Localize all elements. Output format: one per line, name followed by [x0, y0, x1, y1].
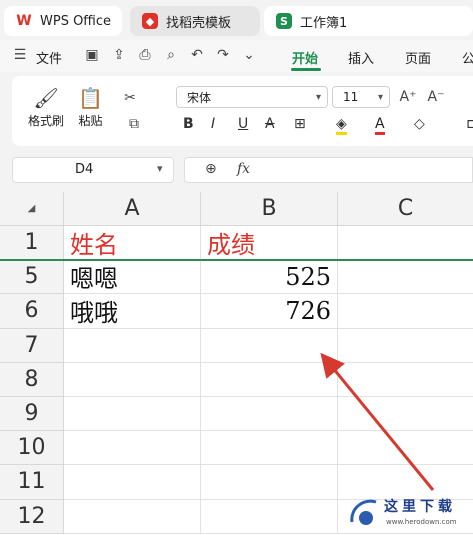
- tab-label: WPS Office: [40, 13, 112, 29]
- cell-c[interactable]: [338, 260, 473, 295]
- format-painter-icon: 🖌: [33, 86, 59, 110]
- cell-b[interactable]: 726: [201, 294, 338, 329]
- row-header[interactable]: 1: [0, 226, 64, 261]
- chevron-down-icon: ▾: [315, 91, 321, 103]
- italic-icon[interactable]: I: [211, 116, 215, 132]
- wps-logo-icon: W: [16, 13, 32, 29]
- select-all-icon: ◢: [27, 203, 36, 214]
- cell-a[interactable]: 哦哦: [64, 294, 201, 329]
- bold-icon[interactable]: B: [183, 116, 194, 132]
- font-name-value: 宋体: [187, 90, 212, 105]
- cell-b[interactable]: 525: [201, 260, 338, 295]
- tab-label: 工作簿1: [300, 15, 348, 31]
- cell-a[interactable]: [64, 465, 201, 500]
- format-painter-button[interactable]: 🖌 格式刷: [28, 86, 64, 129]
- cell-a[interactable]: [64, 328, 201, 363]
- sheet-icon: S: [276, 13, 292, 29]
- font-name-select[interactable]: 宋体 ▾: [176, 86, 328, 108]
- underline-icon[interactable]: U: [238, 116, 248, 132]
- paste-label: 粘贴: [78, 114, 103, 128]
- clear-format-icon[interactable]: ◇: [414, 116, 425, 132]
- docer-icon: ◆: [142, 13, 158, 29]
- paste-button[interactable]: 📋 粘贴: [78, 86, 103, 129]
- tab-workbook[interactable]: S 工作簿1: [264, 6, 473, 36]
- column-header-c[interactable]: C: [338, 192, 473, 226]
- name-box[interactable]: D4 ▾: [12, 157, 174, 183]
- function-icon[interactable]: fx: [237, 161, 250, 177]
- undo-icon[interactable]: ↶: [187, 45, 207, 65]
- cell-a[interactable]: 姓名: [64, 226, 201, 261]
- row-header[interactable]: 8: [0, 362, 64, 397]
- watermark-swirl-icon: [350, 499, 377, 525]
- menu-start[interactable]: 开始: [292, 48, 318, 67]
- column-header-a[interactable]: A: [64, 192, 201, 226]
- cell-a[interactable]: [64, 499, 201, 534]
- menu-page-layout[interactable]: 页面: [405, 48, 431, 67]
- font-size-select[interactable]: 11 ▾: [332, 86, 390, 108]
- chevron-down-icon: ▾: [157, 162, 163, 175]
- align-icon[interactable]: ⊏: [466, 116, 473, 132]
- fill-color-icon[interactable]: ◈: [336, 116, 347, 135]
- increase-font-icon[interactable]: A⁺: [398, 87, 418, 107]
- print-icon[interactable]: ⎙: [135, 45, 155, 65]
- select-all-corner[interactable]: ◢: [0, 192, 64, 226]
- cell-b[interactable]: 成绩: [201, 226, 338, 261]
- redo-icon[interactable]: ↷: [213, 45, 233, 65]
- menu-row: [0, 40, 473, 72]
- row-header[interactable]: 12: [0, 499, 64, 534]
- tab-docer-templates[interactable]: ◆ 找稻壳模板: [130, 6, 260, 36]
- cell-c[interactable]: [338, 226, 473, 261]
- column-header-b[interactable]: B: [201, 192, 338, 226]
- cell-a[interactable]: [64, 397, 201, 432]
- cell-c[interactable]: [338, 294, 473, 329]
- font-size-value: 11: [343, 90, 359, 104]
- row-header[interactable]: 10: [0, 431, 64, 466]
- cut-icon[interactable]: ✂: [120, 88, 140, 108]
- active-tab-indicator: [291, 68, 321, 71]
- menu-formulas[interactable]: 公: [462, 48, 473, 67]
- hamburger-menu-icon[interactable]: ☰: [10, 45, 30, 65]
- watermark-title: 这里下载: [384, 499, 456, 515]
- tab-wps-office[interactable]: W WPS Office: [4, 6, 122, 36]
- row-header[interactable]: 11: [0, 465, 64, 500]
- copy-icon[interactable]: ⧉: [124, 114, 144, 134]
- font-color-icon[interactable]: A: [375, 116, 385, 135]
- row-header[interactable]: 9: [0, 397, 64, 432]
- zoom-icon[interactable]: ⊕: [205, 161, 217, 177]
- cell-a[interactable]: [64, 431, 201, 466]
- row-header[interactable]: 6: [0, 294, 64, 329]
- chevron-down-icon: ▾: [377, 91, 383, 103]
- watermark-url: www.herodown.com: [386, 518, 457, 526]
- print-preview-icon[interactable]: ⌕: [161, 45, 181, 65]
- format-painter-label: 格式刷: [28, 114, 65, 128]
- name-box-value: D4: [75, 162, 94, 177]
- borders-icon[interactable]: ⊞: [294, 116, 306, 132]
- row-header[interactable]: 7: [0, 328, 64, 363]
- paste-icon: 📋: [78, 86, 103, 110]
- menu-file[interactable]: 文件: [36, 48, 62, 67]
- strikethrough-icon[interactable]: A: [265, 116, 275, 132]
- menu-insert[interactable]: 插入: [348, 48, 374, 67]
- decrease-font-icon[interactable]: A⁻: [426, 87, 446, 107]
- cell-a[interactable]: [64, 362, 201, 397]
- formula-bar[interactable]: ⊕ fx: [184, 157, 473, 183]
- tab-label: 找稻壳模板: [166, 15, 232, 31]
- freeze-pane-line: [0, 259, 473, 261]
- save-icon[interactable]: ▣: [82, 45, 102, 65]
- watermark-logo: 这里下载 www.herodown.com: [340, 490, 473, 535]
- chevron-down-icon[interactable]: ⌄: [239, 45, 259, 65]
- row-header[interactable]: 5: [0, 260, 64, 295]
- export-icon[interactable]: ⇪: [109, 45, 129, 65]
- cell-a[interactable]: 嗯嗯: [64, 260, 201, 295]
